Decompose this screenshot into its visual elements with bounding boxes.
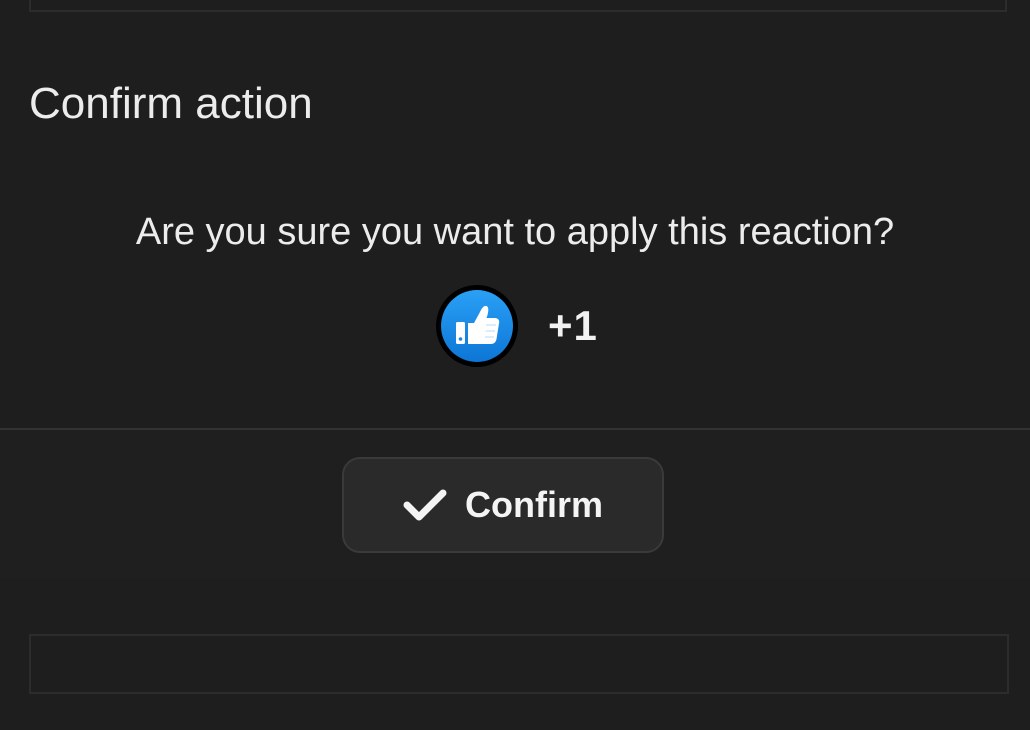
dialog-title: Confirm action: [29, 79, 313, 128]
thumbs-up-icon: [436, 285, 518, 367]
content-field-bottom: [29, 634, 1009, 694]
dialog-message: Are you sure you want to apply this reac…: [135, 211, 895, 253]
reaction-label: +1: [548, 302, 598, 349]
reaction-preview: +1: [436, 284, 598, 368]
confirm-button[interactable]: Confirm: [342, 457, 664, 553]
content-field-top: [29, 0, 1007, 12]
checkmark-icon: [403, 485, 449, 525]
page: Confirm action Are you sure you want to …: [0, 0, 1030, 730]
confirm-button-label: Confirm: [465, 484, 603, 525]
